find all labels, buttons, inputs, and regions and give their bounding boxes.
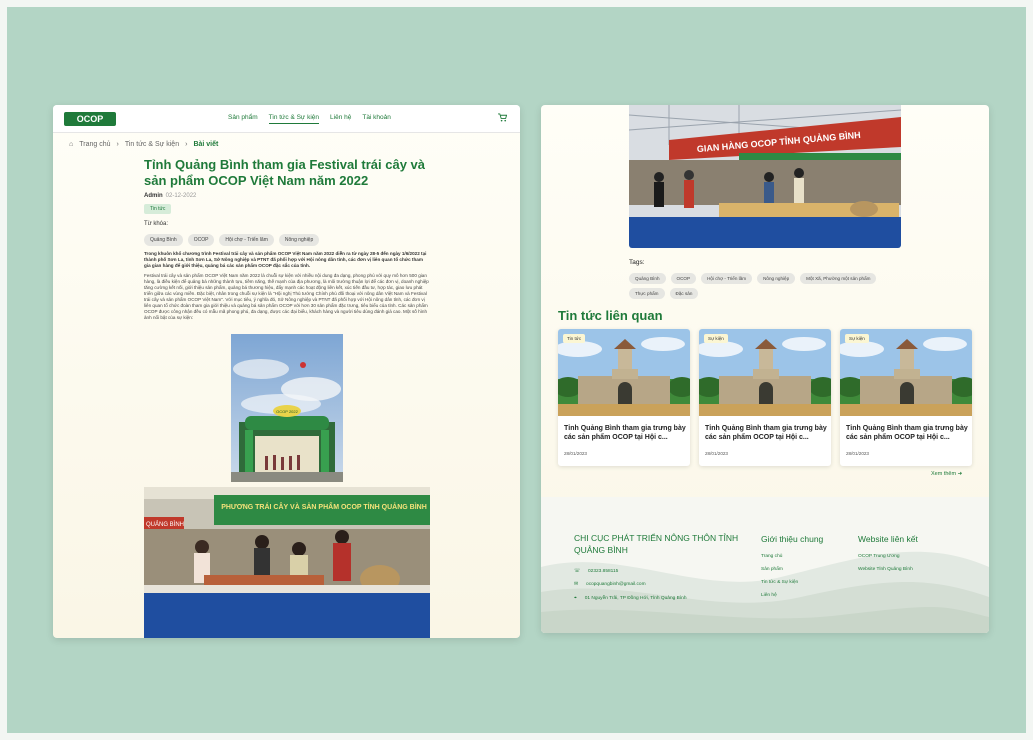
footer-org-name: CHI CỤC PHÁT TRIỂN NÔNG THÔN TỈNH QUẢNG …	[574, 533, 739, 555]
see-more-label: Xem thêm	[931, 471, 957, 477]
footer-link[interactable]: Tin tức & Sự kiện	[761, 580, 798, 585]
tag-chip[interactable]: Đặc sản	[669, 288, 699, 299]
tag-chip[interactable]: Một Xã, Phường một sản phẩm	[800, 273, 877, 284]
footer-col-about-title: Giới thiệu chung	[761, 534, 824, 544]
keywords-label: Từ khóa:	[144, 221, 169, 227]
tag-chips: Quảng Bình OCOP Hội chợ - Triển lãm Nông…	[629, 273, 899, 299]
keyword-chip[interactable]: Nông nghiệp	[278, 234, 320, 246]
booth-side-text: QUẢNG BÌNH	[146, 521, 184, 528]
see-more-link[interactable]: Xem thêm ➜	[931, 471, 962, 477]
news-card[interactable]: Tin tức Tỉnh Quảng Bình tham gia trưng b…	[558, 329, 690, 466]
article-author: Admin	[144, 193, 163, 199]
nav-news-events[interactable]: Tin tức & Sự kiện	[268, 114, 320, 124]
footer-address: ⌖ 01 Nguyễn Trãi, TP Đồng Hới, Tỉnh Quảng…	[574, 595, 687, 602]
card-date: 28/01/2023	[846, 451, 869, 456]
footer-email[interactable]: ✉ ocopquangbinh@gmail.com	[574, 582, 646, 587]
news-card[interactable]: Sự kiện Tỉnh Quảng Bình tham gia trưng b…	[840, 329, 972, 466]
article-meta: Admin 02-12-2022	[144, 193, 196, 199]
footer-wave-decoration	[541, 551, 989, 633]
main-nav: Sản phẩm Tin tức & Sự kiện Liên hệ Tài k…	[228, 114, 391, 124]
breadcrumb-news[interactable]: Tin tức & Sự kiện	[125, 141, 179, 148]
footer-link[interactable]: OCOP Trung Ương	[858, 554, 900, 559]
article-date: 02-12-2022	[165, 193, 197, 199]
chevron-right-icon: ›	[185, 141, 188, 148]
tags-label: Tags:	[629, 259, 645, 266]
citadel-gate-thumbnail: Tin tức	[558, 329, 690, 416]
site-header: OCOP Sản phẩm Tin tức & Sự kiện Liên hệ …	[53, 105, 520, 133]
keyword-chip[interactable]: Hội chợ - Triển lãm	[219, 234, 274, 246]
nav-account[interactable]: Tài khoản	[362, 114, 391, 124]
card-title[interactable]: Tỉnh Quảng Bình tham gia trưng bày các s…	[846, 424, 968, 442]
canvas: OCOP Sản phẩm Tin tức & Sự kiện Liên hệ …	[0, 0, 1033, 740]
card-badge: Sự kiện	[845, 334, 869, 343]
news-card[interactable]: Sự kiện Tỉnh Quảng Bình tham gia trưng b…	[699, 329, 831, 466]
home-icon[interactable]: ⌂	[69, 141, 73, 148]
booth-hero-photo: GIAN HÀNG OCOP TỈNH QUẢNG BÌNH	[629, 105, 901, 248]
related-news-heading: Tin tức liên quan	[558, 308, 663, 323]
footer-phone[interactable]: ☏ 02323.858115	[574, 569, 618, 574]
footer-link[interactable]: Liên hệ	[761, 593, 777, 598]
article-lead: Trong khuôn khổ chương trình Festival tr…	[144, 251, 427, 268]
footer-link[interactable]: Website Tỉnh Quảng Bình	[858, 567, 913, 572]
breadcrumb-current: Bài viết	[193, 141, 219, 148]
booth-photo: PHƯƠNG TRÁI CÂY VÀ SẢN PHẨM OCOP TỈNH QU…	[144, 487, 430, 638]
keyword-chip[interactable]: Quảng Bình	[144, 234, 183, 246]
citadel-gate-thumbnail: Sự kiện	[840, 329, 972, 416]
keyword-chip[interactable]: OCOP	[187, 234, 215, 246]
footer-link[interactable]: Trang chủ	[761, 554, 782, 559]
footer-address-text: 01 Nguyễn Trãi, TP Đồng Hới, Tỉnh Quảng …	[584, 595, 687, 601]
site-footer: CHI CỤC PHÁT TRIỂN NÔNG THÔN TỈNH QUẢNG …	[541, 497, 989, 633]
arrow-right-icon: ➜	[957, 471, 963, 477]
breadcrumb: ⌂ Trang chủ › Tin tức & Sự kiện › Bài vi…	[69, 141, 218, 148]
tag-chip[interactable]: Hội chợ - Triển lãm	[701, 273, 753, 284]
footer-link[interactable]: Sản phẩm	[761, 567, 783, 572]
article-title: Tỉnh Quảng Bình tham gia Festival trái c…	[144, 157, 426, 188]
card-date: 28/01/2023	[564, 451, 587, 456]
location-icon: ⌖	[574, 596, 577, 601]
tag-chip[interactable]: OCOP	[670, 273, 697, 284]
card-title[interactable]: Tỉnh Quảng Bình tham gia trưng bày các s…	[705, 424, 827, 442]
breadcrumb-home[interactable]: Trang chủ	[79, 141, 110, 148]
ocop-logo[interactable]: OCOP	[64, 112, 116, 126]
cart-icon[interactable]	[498, 113, 508, 124]
footer-col-links-title: Website liên kết	[858, 534, 918, 544]
article-page-mockup: OCOP Sản phẩm Tin tức & Sự kiện Liên hệ …	[53, 105, 520, 638]
tag-chip[interactable]: Quảng Bình	[629, 273, 666, 284]
mail-icon: ✉	[574, 582, 579, 587]
article-page-continued-mockup: GIAN HÀNG OCOP TỈNH QUẢNG BÌNH Tags: Quả…	[541, 105, 989, 633]
festival-gate-photo: OCOP 2022	[231, 334, 343, 482]
article-body: Festival trái cây và sản phẩm OCOP Việt …	[144, 273, 429, 320]
keyword-chips: Quảng Bình OCOP Hội chợ - Triển lãm Nông…	[144, 234, 320, 246]
citadel-gate-thumbnail: Sự kiện	[699, 329, 831, 416]
card-date: 28/01/2023	[705, 451, 728, 456]
nav-products[interactable]: Sản phẩm	[228, 114, 258, 124]
booth-banner-text: PHƯƠNG TRÁI CÂY VÀ SẢN PHẨM OCOP TỈNH QU…	[221, 502, 427, 511]
footer-email-text: ocopquangbinh@gmail.com	[586, 582, 646, 587]
card-title[interactable]: Tỉnh Quảng Bình tham gia trưng bày các s…	[564, 424, 686, 442]
tag-chip[interactable]: Thực phẩm	[629, 288, 665, 299]
tag-chip[interactable]: Nông nghiệp	[757, 273, 796, 284]
nav-contact[interactable]: Liên hệ	[330, 114, 351, 124]
card-badge: Sự kiện	[704, 334, 728, 343]
chevron-right-icon: ›	[116, 141, 119, 148]
related-news-list: Tin tức Tỉnh Quảng Bình tham gia trưng b…	[558, 329, 972, 466]
footer-phone-text: 02323.858115	[588, 569, 619, 574]
category-badge[interactable]: Tin tức	[144, 204, 172, 214]
phone-icon: ☏	[574, 569, 580, 574]
card-badge: Tin tức	[563, 334, 586, 343]
gate-sign-text: OCOP 2022	[276, 409, 298, 414]
